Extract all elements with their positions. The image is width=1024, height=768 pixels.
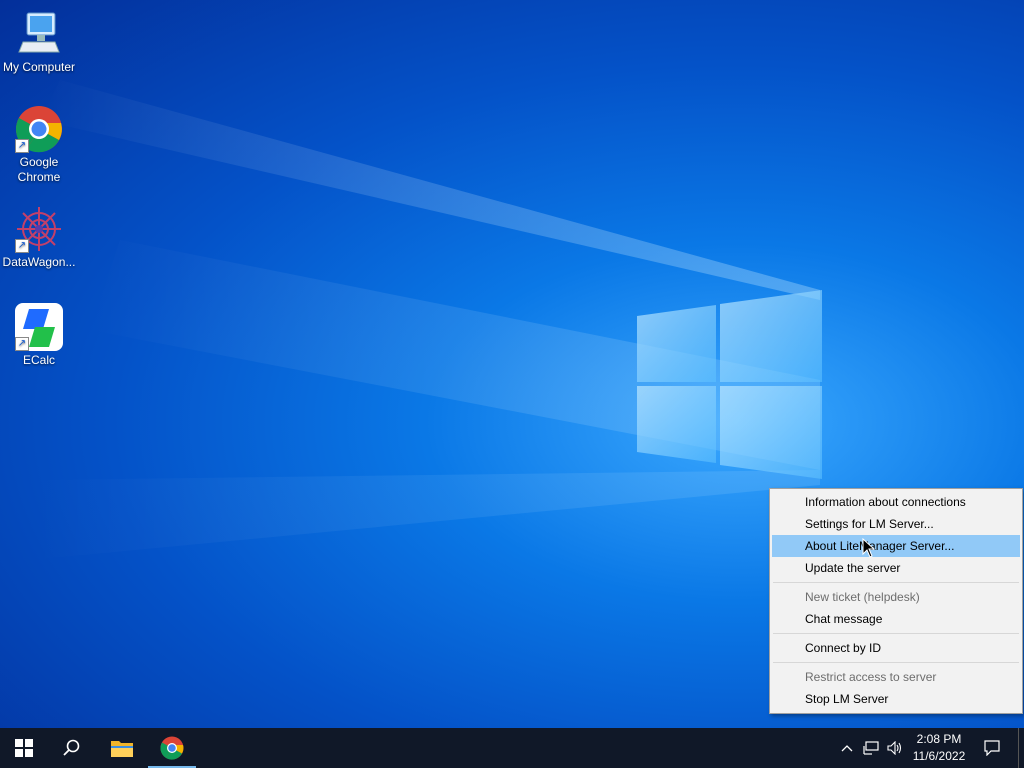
menu-item-connect-by-id[interactable]: Connect by ID <box>772 637 1020 659</box>
datawagon-icon: ↗ <box>15 205 63 253</box>
menu-item-about-litemanager-server[interactable]: About LiteManager Server... <box>772 535 1020 557</box>
network-icon <box>863 741 879 755</box>
menu-separator <box>773 633 1019 634</box>
desktop-icon-label: DataWagon... <box>2 255 76 269</box>
taskbar: 2:08 PM 11/6/2022 <box>0 728 1024 768</box>
search-button[interactable] <box>48 728 96 768</box>
menu-item-settings-lm-server[interactable]: Settings for LM Server... <box>772 513 1020 535</box>
shortcut-arrow-icon: ↗ <box>15 139 29 153</box>
start-button[interactable] <box>0 728 48 768</box>
clock-date: 11/6/2022 <box>912 749 966 763</box>
desktop-icon-ecalc[interactable]: ↗ ECalc <box>0 303 78 368</box>
action-center-button[interactable] <box>978 728 1006 768</box>
tray-context-menu: Information about connections Settings f… <box>769 488 1023 714</box>
menu-item-information-about-connections[interactable]: Information about connections <box>772 491 1020 513</box>
show-desktop-button[interactable] <box>1018 728 1019 768</box>
desktop-icon-google-chrome[interactable]: ↗ Google Chrome <box>0 105 78 185</box>
desktop-icon-label: ECalc <box>22 353 55 367</box>
menu-item-chat-message[interactable]: Chat message <box>772 608 1020 630</box>
menu-item-stop-lm-server[interactable]: Stop LM Server <box>772 688 1020 710</box>
mouse-cursor-icon <box>862 538 876 558</box>
clock[interactable]: 2:08 PM 11/6/2022 <box>906 731 972 765</box>
show-hidden-icons-button[interactable] <box>837 728 857 768</box>
shortcut-arrow-icon: ↗ <box>15 239 29 253</box>
start-icon <box>15 739 33 757</box>
menu-item-new-ticket[interactable]: New ticket (helpdesk) <box>772 586 1020 608</box>
file-explorer-button[interactable] <box>98 728 146 768</box>
desktop-icon-datawagon[interactable]: ↗ DataWagon... <box>0 205 78 270</box>
menu-separator <box>773 662 1019 663</box>
desktop-icon-my-computer[interactable]: My Computer <box>0 10 78 75</box>
menu-item-update-server[interactable]: Update the server <box>772 557 1020 579</box>
action-center-icon <box>984 740 1000 756</box>
shortcut-arrow-icon: ↗ <box>15 337 29 351</box>
network-button[interactable] <box>860 728 882 768</box>
menu-item-restrict-access[interactable]: Restrict access to server <box>772 666 1020 688</box>
chrome-icon: ↗ <box>15 105 63 153</box>
desktop-icon-label: My Computer <box>2 60 76 74</box>
chrome-taskbar-button[interactable] <box>148 728 196 768</box>
computer-icon <box>15 10 63 58</box>
volume-icon <box>887 741 902 755</box>
desktop-icon-label: Google Chrome <box>17 155 61 184</box>
clock-time: 2:08 PM <box>916 732 962 746</box>
chevron-up-icon <box>841 745 853 752</box>
ecalc-icon: ↗ <box>15 303 63 351</box>
volume-button[interactable] <box>884 728 906 768</box>
menu-separator <box>773 582 1019 583</box>
file-explorer-icon <box>111 741 133 757</box>
search-icon <box>63 739 80 756</box>
chrome-icon <box>160 736 184 760</box>
